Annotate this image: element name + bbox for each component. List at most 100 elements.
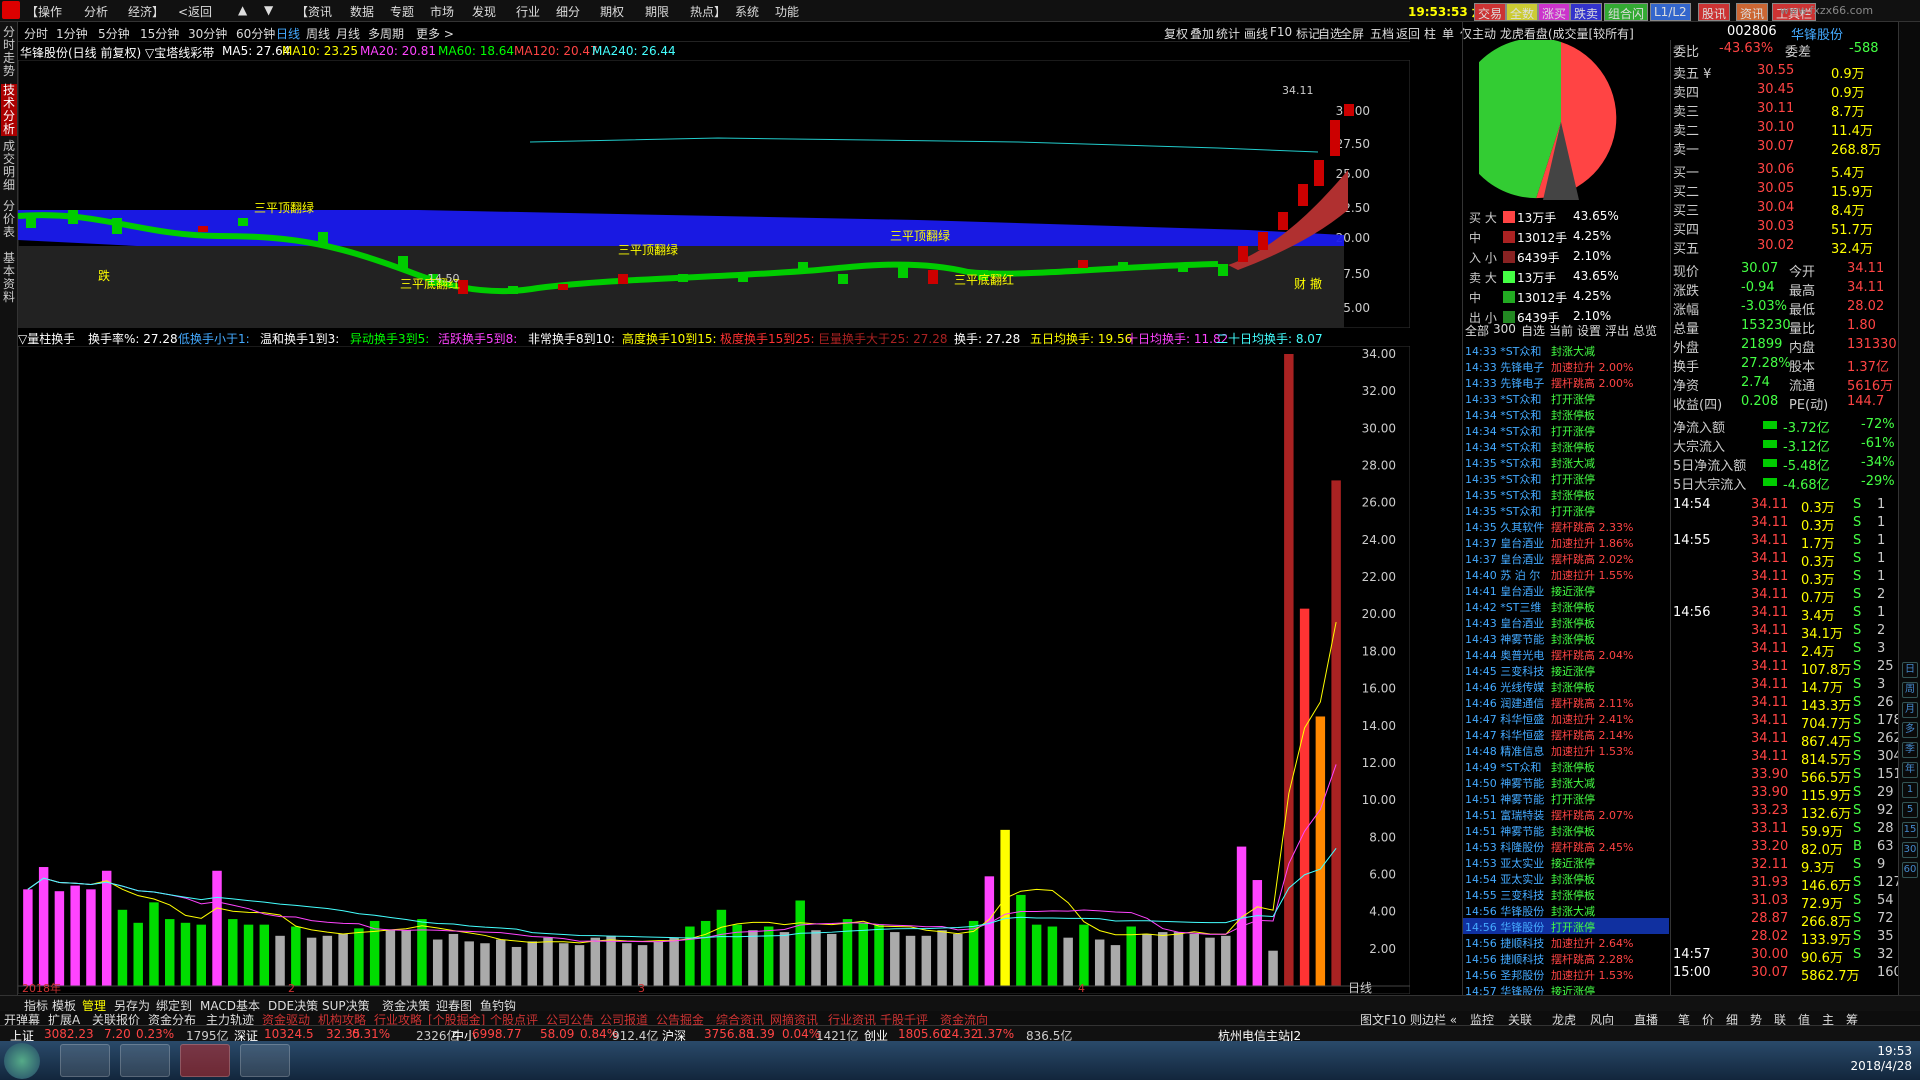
left-tab-4[interactable]: 基本资料 — [1, 252, 17, 304]
alert-row[interactable]: 14:51 神雾节能 打开涨停 — [1463, 790, 1669, 806]
left-tab-0[interactable]: 分时走势 — [1, 26, 17, 78]
right-tool-6[interactable]: 1 — [1902, 782, 1918, 798]
period-7[interactable]: 周线 — [306, 25, 330, 42]
menu-item-1[interactable]: 分析 — [84, 3, 108, 20]
alert-row[interactable]: 14:56 华锋股份 封涨大减 — [1463, 902, 1669, 918]
toolbar-11[interactable]: 单 — [1442, 25, 1454, 42]
notepad-icon[interactable] — [240, 1044, 290, 1077]
alert-row[interactable]: 14:55 三变科技 封涨停板 — [1463, 886, 1669, 902]
alert-row[interactable]: 14:43 皇台酒业 封涨停板 — [1463, 614, 1669, 630]
top-button-0[interactable]: 交易 — [1474, 3, 1507, 21]
menu-item-6[interactable]: 【资讯 — [296, 3, 332, 20]
alert-row[interactable]: 14:34 *ST众和 封涨停板 — [1463, 438, 1669, 454]
alert-row[interactable]: 14:35 *ST众和 打开涨停 — [1463, 470, 1669, 486]
kline-chart[interactable]: 30.0027.5025.0022.5020.0017.5015.00三平顶翻绿… — [18, 60, 1410, 328]
menu-item-2[interactable]: 经济】 — [128, 3, 164, 20]
alert-row[interactable]: 14:33 *ST众和 封涨大减 — [1463, 342, 1669, 358]
alert-row[interactable]: 14:51 神雾节能 封涨停板 — [1463, 822, 1669, 838]
toolbar-5[interactable]: 标记 — [1296, 25, 1320, 42]
alert-row[interactable]: 14:46 润建通信 摆杆跳高 2.11% — [1463, 694, 1669, 710]
menu-item-10[interactable]: 发现 — [472, 3, 496, 20]
menu-item-3[interactable]: <返回 — [178, 3, 212, 20]
app-logo-icon[interactable] — [2, 1, 20, 19]
right-tool-5[interactable]: 年 — [1902, 762, 1918, 778]
menu-item-11[interactable]: 行业 — [516, 3, 540, 20]
toolbar-3[interactable]: 画线 — [1244, 25, 1268, 42]
toolbar-4[interactable]: F10 — [1270, 25, 1292, 39]
toolbar-1[interactable]: 叠加 — [1190, 25, 1214, 42]
menu-item-12[interactable]: 细分 — [556, 3, 580, 20]
toolbar-7[interactable]: 全屏 — [1340, 25, 1364, 42]
menu-item-5[interactable]: ▼ — [264, 3, 273, 17]
period-0[interactable]: 分时 — [24, 25, 48, 42]
menu-item-13[interactable]: 期权 — [600, 3, 624, 20]
alert-row[interactable]: 14:48 精准信息 加速拉升 1.53% — [1463, 742, 1669, 758]
alert-row[interactable]: 14:33 先锋电子 加速拉升 2.00% — [1463, 358, 1669, 374]
left-tab-2[interactable]: 成交明细 — [1, 140, 17, 192]
period-3[interactable]: 15分钟 — [140, 25, 179, 42]
alert-row[interactable]: 14:50 神雾节能 封涨大减 — [1463, 774, 1669, 790]
alert-row[interactable]: 14:44 奥普光电 摆杆跳高 2.04% — [1463, 646, 1669, 662]
alert-row[interactable]: 14:56 捷顺科技 加速拉升 2.64% — [1463, 934, 1669, 950]
right-tool-1[interactable]: 周 — [1902, 682, 1918, 698]
trading-app-icon[interactable] — [180, 1044, 230, 1077]
right-tool-0[interactable]: 日 — [1902, 662, 1918, 678]
menu-item-7[interactable]: 数据 — [350, 3, 374, 20]
menu-item-8[interactable]: 专题 — [390, 3, 414, 20]
alert-row[interactable]: 14:35 *ST众和 封涨停板 — [1463, 486, 1669, 502]
alert-row[interactable]: 14:56 捷顺科技 摆杆跳高 2.28% — [1463, 950, 1669, 966]
left-tab-3[interactable]: 分价表 — [1, 200, 17, 239]
start-button[interactable] — [4, 1043, 40, 1079]
top-button-4[interactable]: 组合闪 — [1604, 3, 1649, 21]
right-tool-2[interactable]: 月 — [1902, 702, 1918, 718]
menu-item-16[interactable]: 系统 — [735, 3, 759, 20]
toolbar-9[interactable]: 返回 — [1396, 25, 1420, 42]
alert-row[interactable]: 14:41 皇台酒业 接近涨停 — [1463, 582, 1669, 598]
alert-row[interactable]: 14:53 科隆股份 摆杆跳高 2.45% — [1463, 838, 1669, 854]
alert-row[interactable]: 14:42 *ST三维 封涨停板 — [1463, 598, 1669, 614]
toolbar-8[interactable]: 五档 — [1370, 25, 1394, 42]
alert-row[interactable]: 14:33 *ST众和 打开涨停 — [1463, 390, 1669, 406]
menu-item-17[interactable]: 功能 — [775, 3, 799, 20]
period-10[interactable]: 更多 > — [416, 25, 454, 42]
right-tool-10[interactable]: 60 — [1902, 862, 1918, 878]
explorer-icon[interactable] — [120, 1044, 170, 1077]
alert-row[interactable]: 14:37 皇台酒业 加速拉升 1.86% — [1463, 534, 1669, 550]
flow-tab-3[interactable]: 当前 — [1549, 322, 1573, 339]
period-1[interactable]: 1分钟 — [56, 25, 88, 42]
period-8[interactable]: 月线 — [336, 25, 360, 42]
alert-row[interactable]: 14:33 先锋电子 摆杆跳高 2.00% — [1463, 374, 1669, 390]
alert-row[interactable]: 14:56 华锋股份 打开涨停 — [1463, 918, 1669, 934]
ie-icon[interactable] — [60, 1044, 110, 1077]
menu-item-4[interactable]: ▲ — [238, 3, 247, 17]
flow-tab-5[interactable]: 浮出 — [1605, 322, 1629, 339]
top-button-5[interactable]: L1/L2 — [1650, 3, 1691, 21]
alert-row[interactable]: 14:34 *ST众和 打开涨停 — [1463, 422, 1669, 438]
flow-tab-4[interactable]: 设置 — [1577, 322, 1601, 339]
alert-row[interactable]: 14:37 皇台酒业 摆杆跳高 2.02% — [1463, 550, 1669, 566]
alert-row[interactable]: 14:53 亚太实业 接近涨停 — [1463, 854, 1669, 870]
top-button-7[interactable]: 资讯 — [1736, 3, 1769, 21]
alert-row[interactable]: 14:56 圣邦股份 加速拉升 1.53% — [1463, 966, 1669, 982]
alert-row[interactable]: 14:47 科华恒盛 摆杆跳高 2.14% — [1463, 726, 1669, 742]
menu-item-15[interactable]: 热点】 — [690, 3, 726, 20]
toolbar-10[interactable]: 柱 — [1424, 25, 1436, 42]
flow-tab-2[interactable]: 自选 — [1521, 322, 1545, 339]
top-button-1[interactable]: 全数 — [1506, 3, 1539, 21]
menu-item-9[interactable]: 市场 — [430, 3, 454, 20]
period-2[interactable]: 5分钟 — [98, 25, 130, 42]
period-9[interactable]: 多周期 — [368, 25, 404, 42]
alert-row[interactable]: 14:35 *ST众和 封涨大减 — [1463, 454, 1669, 470]
period-6[interactable]: 日线 — [276, 25, 300, 42]
right-tool-9[interactable]: 30 — [1902, 842, 1918, 858]
top-button-6[interactable]: 股讯 — [1698, 3, 1731, 21]
period-5[interactable]: 60分钟 — [236, 25, 275, 42]
alert-row[interactable]: 14:35 *ST众和 打开涨停 — [1463, 502, 1669, 518]
right-tool-3[interactable]: 多 — [1902, 722, 1918, 738]
alert-row[interactable]: 14:49 *ST众和 封涨停板 — [1463, 758, 1669, 774]
menu-item-0[interactable]: 【操作 — [26, 3, 62, 20]
alert-row[interactable]: 14:46 光线传媒 封涨停板 — [1463, 678, 1669, 694]
left-tab-1[interactable]: 技术分析 — [1, 84, 17, 136]
period-4[interactable]: 30分钟 — [188, 25, 227, 42]
toolbar-0[interactable]: 复权 — [1164, 25, 1188, 42]
